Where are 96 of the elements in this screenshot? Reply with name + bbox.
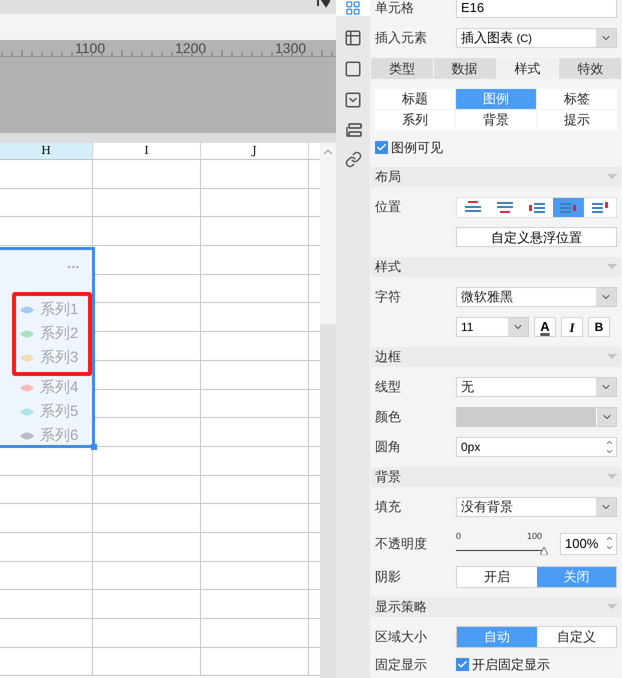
legend-label: 系列4 (40, 378, 78, 398)
vertical-scrollbar[interactable] (320, 143, 336, 678)
dropdown-value: 没有背景 (460, 498, 514, 516)
field-label: 颜色 (375, 408, 402, 426)
slider-max-label: 100 (526, 530, 542, 542)
section-title: 背景 (375, 468, 401, 486)
dropdown[interactable]: 无 (456, 376, 618, 397)
stacked-bars-icon[interactable] (344, 122, 362, 138)
column-header[interactable]: H (0, 143, 93, 159)
opacity-slider[interactable]: 0 100 (456, 530, 550, 557)
section-title: 边框 (375, 348, 401, 366)
legend-position-icon (528, 200, 545, 214)
insert-dropdown[interactable]: 插入图表 (C) (456, 28, 618, 48)
dropdown-value: 插入图表 (C) (460, 29, 533, 47)
legend-label: 系列5 (40, 402, 78, 422)
subtab[interactable]: 提示 (537, 110, 618, 130)
legend-marker-icon (20, 330, 34, 338)
collapse-icon (607, 174, 618, 180)
color-dropdown[interactable] (456, 406, 618, 427)
collapse-icon (607, 474, 618, 480)
legend-label: 系列6 (40, 426, 78, 446)
pointer-icon[interactable] (316, 0, 330, 8)
checkbox-label: 图例可见 (391, 138, 443, 157)
dropdown[interactable]: 没有背景 (456, 496, 618, 517)
input-value: 0px (460, 438, 482, 456)
tab[interactable]: 样式 (496, 58, 558, 79)
section-header[interactable]: 布局 (371, 167, 622, 188)
checkbox[interactable] (375, 140, 388, 154)
italic-button[interactable]: I (561, 316, 583, 337)
collapse-icon (607, 354, 618, 360)
field-label: 固定显示 (375, 656, 428, 674)
field-label: 插入元素 (375, 29, 428, 48)
tab[interactable]: 特效 (559, 58, 622, 79)
grid-icon[interactable] (345, 0, 361, 16)
scrollbar-thumb[interactable] (320, 324, 336, 678)
position-button[interactable] (552, 198, 584, 217)
field-label: 区域大小 (375, 628, 428, 646)
slider-min-label: 0 (456, 530, 462, 542)
legend-marker-icon (20, 432, 34, 440)
legend-position-icon (560, 200, 576, 214)
tab[interactable]: 数据 (434, 58, 496, 79)
subtab[interactable]: 标签 (537, 88, 618, 109)
legend-position-icon (496, 200, 513, 214)
dropdown-value: 11 (460, 318, 474, 336)
field-label: 圆角 (375, 438, 402, 456)
legend-marker-icon (20, 384, 34, 392)
legend-marker-icon (20, 306, 34, 314)
radius-input[interactable]: 0px (456, 436, 618, 457)
tab[interactable]: 类型 (371, 58, 433, 79)
checkbox-label: 开启固定显示 (472, 656, 550, 674)
table-icon[interactable] (344, 29, 362, 47)
dropdown-box-icon[interactable] (344, 91, 362, 109)
subtab[interactable]: 标题 (375, 88, 456, 109)
link-icon[interactable] (344, 151, 362, 168)
field-label: 线型 (375, 378, 402, 396)
opacity-input[interactable]: 100% (560, 532, 618, 555)
dropdown[interactable]: 微软雅黑 (456, 286, 618, 307)
field-label: 不透明度 (375, 534, 428, 553)
section-title: 布局 (375, 168, 401, 186)
field-label: 位置 (375, 198, 402, 216)
cell-input[interactable]: E16 (456, 0, 618, 18)
section-header[interactable]: 背景 (371, 466, 622, 487)
section-header[interactable]: 显示策略 (371, 596, 622, 617)
custom-position-button[interactable]: 自定义悬浮位置 (456, 227, 618, 248)
collapse-icon (607, 604, 618, 610)
legend-label: 系列1 (40, 300, 78, 320)
dropdown-value: 微软雅黑 (460, 288, 514, 306)
resize-handle[interactable] (91, 444, 97, 450)
legend-label: 系列3 (40, 348, 78, 368)
section-header[interactable]: 样式 (371, 257, 622, 277)
checkbox[interactable] (456, 658, 469, 671)
input-value: 100% (564, 534, 600, 553)
slider-thumb[interactable] (540, 546, 548, 555)
size-dropdown[interactable]: 11 (456, 316, 529, 337)
ruler-label: 1200 (175, 40, 206, 56)
field-label: 阴影 (375, 568, 402, 586)
field-label: 填充 (375, 498, 402, 516)
square-icon[interactable] (344, 60, 362, 78)
bold-button[interactable]: B (588, 316, 610, 337)
legend-marker-icon (20, 354, 34, 362)
subtab[interactable]: 背景 (456, 110, 536, 130)
section-header[interactable]: 边框 (371, 346, 622, 367)
ruler-label: 1100 (75, 40, 106, 56)
legend-position-icon (464, 200, 481, 214)
font-color-button[interactable]: A (534, 316, 556, 337)
subtab[interactable]: 系列 (375, 110, 456, 130)
collapse-icon (607, 264, 618, 270)
legend-label: 系列2 (40, 324, 78, 344)
field-label: 单元格 (375, 0, 415, 18)
field-label: 字符 (375, 288, 402, 306)
legend-position-icon (592, 200, 608, 214)
legend-marker-icon (20, 408, 34, 416)
ruler-label: 1300 (275, 40, 306, 56)
section-title: 样式 (375, 258, 401, 276)
section-title: 显示策略 (375, 598, 427, 616)
dropdown-value: 无 (460, 378, 475, 396)
